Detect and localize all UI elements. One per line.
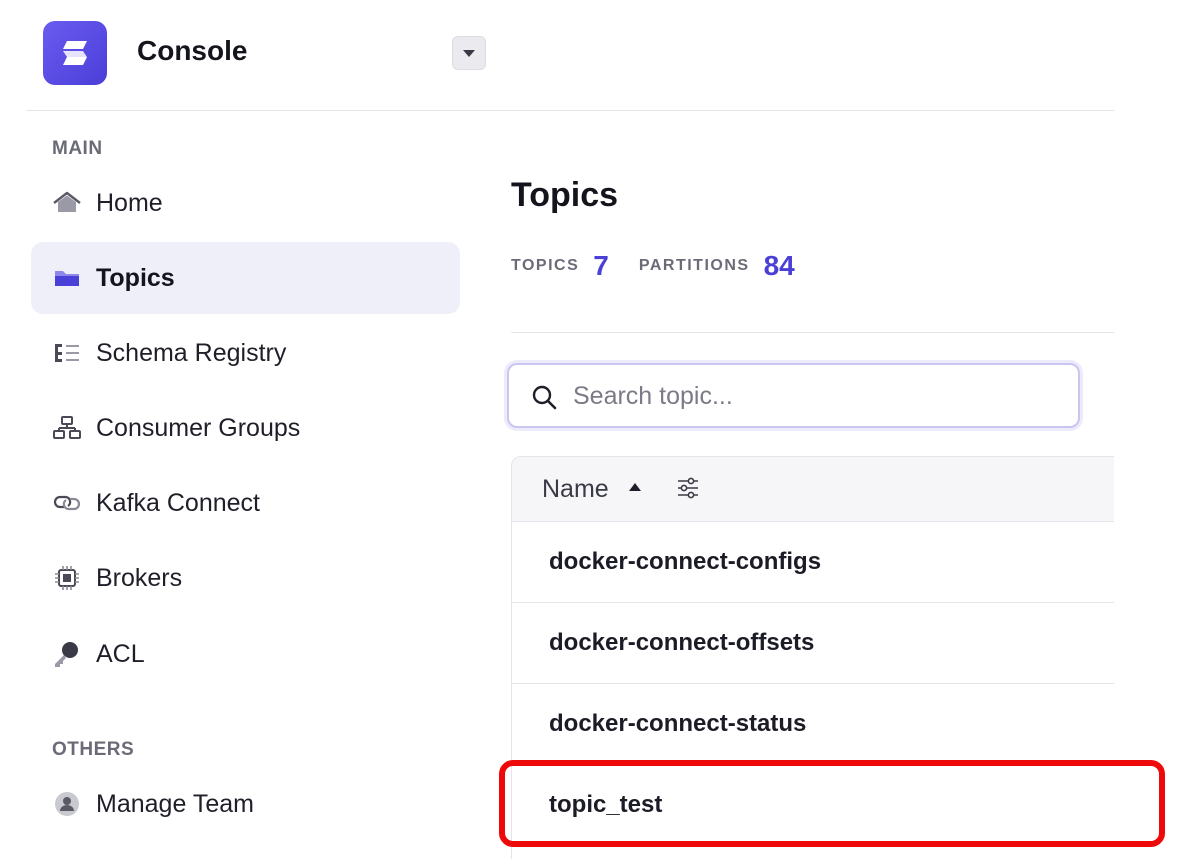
user-icon [51, 791, 83, 817]
sidebar-item-topics[interactable]: Topics [31, 242, 460, 314]
consumer-groups-icon [51, 415, 83, 441]
app-title: Console [137, 35, 248, 66]
sidebar-item-home[interactable]: Home [31, 167, 460, 239]
topics-count-value: 7 [593, 250, 609, 281]
sidebar-item-schema-registry[interactable]: Schema Registry [31, 317, 460, 389]
search-icon [532, 385, 557, 410]
sidebar-item-label: Home [96, 188, 163, 217]
sort-ascending-icon[interactable] [627, 481, 643, 493]
schema-icon [51, 340, 83, 366]
search-input[interactable] [571, 375, 1061, 417]
table-row[interactable]: docker-connect-offsets [512, 603, 1114, 684]
others-section-label: OTHERS [52, 739, 135, 760]
section-divider [511, 332, 1114, 333]
partitions-count-label: PARTITIONS [638, 257, 750, 274]
table-row[interactable]: topic_test [512, 765, 1114, 846]
column-settings-icon[interactable] [675, 475, 701, 501]
app-root: Console MAIN Home Topics Schema Registry… [0, 0, 1182, 859]
sidebar-item-label: Manage Team [96, 789, 254, 818]
sidebar-item-consumer-groups[interactable]: Consumer Groups [31, 392, 460, 464]
console-logo-icon[interactable] [43, 21, 107, 85]
sidebar-item-label: Brokers [96, 563, 183, 592]
table-row[interactable]: docker-connect-status [512, 684, 1114, 765]
sidebar-item-label: ACL [96, 639, 145, 668]
table-row[interactable]: docker-connect-configs [512, 522, 1114, 603]
sidebar-item-manage-team[interactable]: Manage Team [31, 768, 460, 840]
topic-stats: TOPICS 7 PARTITIONS 84 [511, 250, 825, 282]
key-icon [51, 641, 83, 667]
environment-dropdown-button[interactable] [452, 36, 486, 70]
topic-name[interactable]: docker-connect-configs [549, 548, 821, 576]
main-section-label: MAIN [52, 138, 103, 159]
folder-icon [51, 265, 83, 291]
table-header: Name [512, 457, 1114, 522]
sidebar-item-brokers[interactable]: Brokers [31, 542, 460, 614]
sidebar-item-kafka-connect[interactable]: Kafka Connect [31, 467, 460, 539]
topic-name[interactable]: docker-connect-offsets [549, 629, 814, 657]
topic-name[interactable]: topic_test [549, 791, 662, 819]
sidebar-item-label: Topics [96, 263, 175, 292]
column-header-name[interactable]: Name [542, 475, 609, 504]
topics-count-label: TOPICS [511, 257, 580, 274]
topic-name[interactable]: docker-connect-status [549, 710, 806, 738]
sidebar-item-acl[interactable]: ACL [31, 618, 460, 690]
sidebar-item-label: Consumer Groups [96, 413, 301, 442]
home-icon [51, 190, 83, 216]
sidebar-item-label: Kafka Connect [96, 488, 260, 517]
partitions-count-value: 84 [763, 250, 795, 281]
topics-table: Name docker-connect-configs docker-conne… [511, 456, 1114, 859]
page-title: Topics [511, 176, 619, 214]
chip-icon [51, 565, 83, 591]
caret-down-icon [463, 49, 475, 57]
sidebar-item-label: Schema Registry [96, 338, 287, 367]
search-box[interactable] [507, 363, 1080, 428]
link-icon [51, 490, 83, 516]
top-header: Console [26, 0, 1114, 111]
